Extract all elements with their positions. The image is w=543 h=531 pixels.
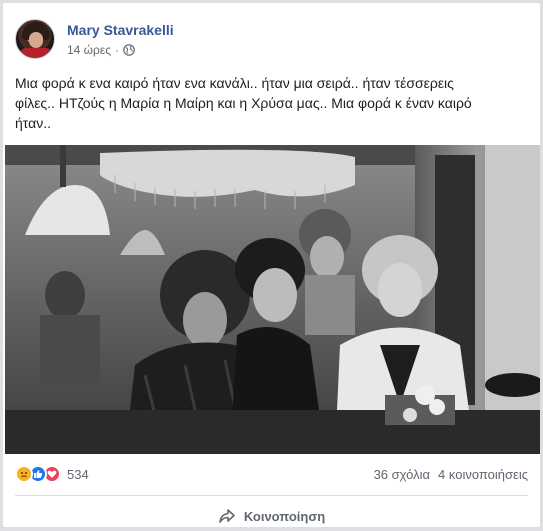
shares-count[interactable]: 4 κοινοποιήσεις [438, 467, 528, 482]
post-text: Μια φορά κ ενα καιρό ήταν ενα κανάλι.. ή… [15, 73, 530, 133]
post-meta: 14 ώρες · [67, 43, 135, 57]
author-name[interactable]: Mary Stavrakelli [67, 22, 174, 38]
post-text-line: ήταν.. [15, 115, 51, 131]
post-card: Mary Stavrakelli 14 ώρες · Μια φορά κ εν… [2, 2, 541, 528]
post-header: Mary Stavrakelli 14 ώρες · [15, 15, 515, 63]
share-button[interactable]: Κοινοποίηση [15, 501, 528, 531]
post-text-line: Μια φορά κ ενα καιρό ήταν ενα κανάλι.. ή… [15, 75, 454, 91]
share-icon [219, 509, 235, 523]
divider [15, 495, 528, 496]
share-label: Κοινοποίηση [243, 508, 326, 524]
reaction-count[interactable]: 534 [67, 467, 89, 482]
comments-count[interactable]: 36 σχόλια [374, 467, 430, 482]
author-avatar[interactable] [15, 19, 55, 59]
reactions-summary[interactable]: 534 [15, 465, 89, 483]
post-stats: 36 σχόλια 4 κοινοποιήσεις [374, 467, 528, 482]
globe-icon[interactable] [123, 44, 135, 56]
sad-icon [15, 465, 33, 483]
post-photo[interactable] [5, 145, 540, 454]
post-text-line: φίλες.. ΗΤζούς η Μαρία η Μαίρη και η Χρύ… [15, 95, 472, 111]
meta-separator: · [115, 43, 120, 57]
post-time[interactable]: 14 ώρες [67, 43, 111, 57]
